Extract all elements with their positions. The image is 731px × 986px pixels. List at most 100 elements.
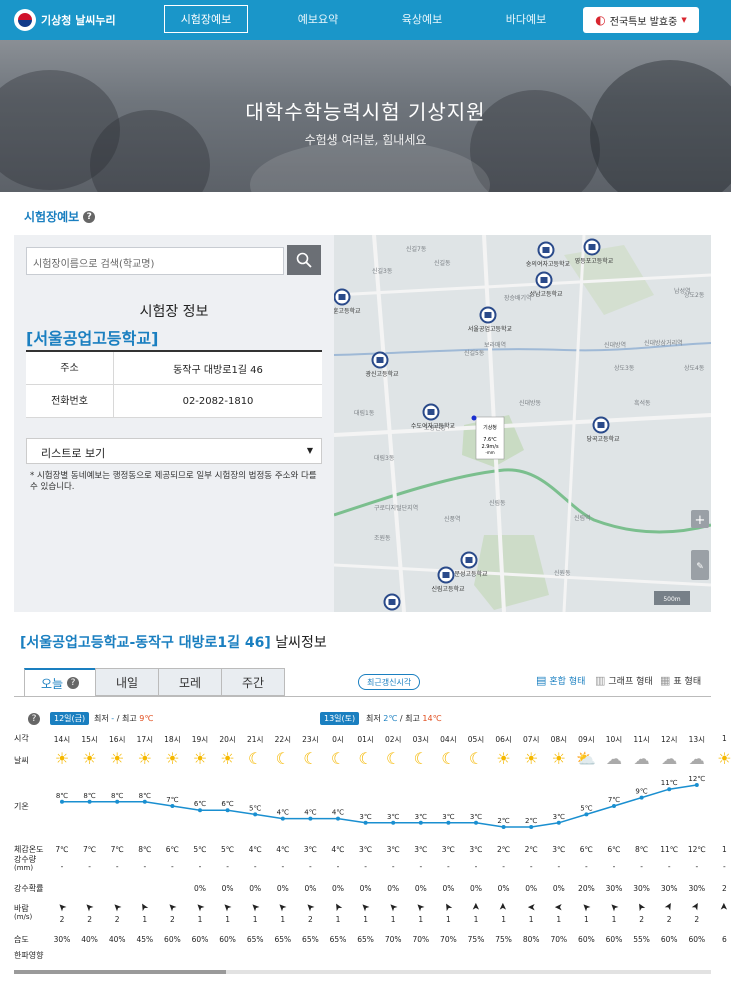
moon-icon: ☾ <box>386 749 401 768</box>
humidity-value: 40% <box>81 935 98 944</box>
rain-prob-value: 0% <box>304 884 317 893</box>
nav-land-forecast[interactable]: 육상예보 <box>380 5 464 33</box>
search-button[interactable] <box>287 245 321 275</box>
map-place-label: 보라매역 <box>484 341 506 349</box>
rain-amount-value: - <box>557 862 561 871</box>
school-pin-label: 수도여자고등학교 <box>411 422 456 430</box>
alert-button[interactable]: ◐ 전국특보 발효중 ▼ <box>583 7 699 33</box>
recent-update-button[interactable]: 최근갱신시각 <box>358 674 421 690</box>
wind-speed-value: 1 <box>446 915 451 924</box>
kma-logo[interactable]: 기상청 날씨누리 <box>14 9 116 31</box>
sun-icon: ☀ <box>220 749 235 768</box>
feel-temp-value: 5℃ <box>220 845 235 854</box>
rain-prob-value: 0% <box>552 884 565 893</box>
help-icon[interactable]: ? <box>28 713 40 725</box>
tab-tomorrow[interactable]: 내일 <box>95 668 159 696</box>
scroll-thumb[interactable] <box>14 970 226 974</box>
rain-amount-value: - <box>502 862 505 871</box>
humidity-value: 70% <box>384 935 402 944</box>
temp-point <box>115 799 120 804</box>
feel-temp-value: 3℃ <box>469 845 483 854</box>
temp-label: 4℃ <box>277 809 289 817</box>
feel-temp-value: 8℃ <box>634 845 649 854</box>
map-place-label: 신길3동 <box>372 267 393 275</box>
day1-minmax: 최저 - / 최고 9℃ <box>94 714 154 723</box>
feel-temp-value: 4℃ <box>276 845 290 854</box>
help-icon[interactable]: ? <box>67 677 80 689</box>
moon-icon: ☾ <box>248 749 263 768</box>
popup-temp: 7.6℃ <box>483 437 497 443</box>
temp-label: 3℃ <box>415 813 427 821</box>
temp-point <box>667 787 672 792</box>
temp-label: 3℃ <box>442 813 454 821</box>
school-pin-label: 성남고등학교 <box>529 290 563 298</box>
table-row: 주소 동작구 대방로1길 46 <box>26 351 322 385</box>
weather-popup[interactable]: 기상청 7.6℃ 2.9m/s -mm <box>471 415 505 460</box>
hour-label: 16시 <box>108 735 126 744</box>
view-graph[interactable]: ▥ 그래프 형태 <box>595 674 653 687</box>
sun-icon: ☀ <box>496 749 511 768</box>
school-search-input[interactable]: 시험장이름으로 검색(학교명) <box>26 247 284 275</box>
horizontal-scrollbar[interactable] <box>14 970 711 974</box>
nav-exam-forecast[interactable]: 시험장예보 <box>164 5 248 33</box>
hour-label: 05시 <box>467 735 485 744</box>
min-label: 최저 <box>366 714 381 723</box>
temp-point <box>501 825 506 829</box>
list-view-select[interactable]: 리스트로 보기 ▼ <box>26 438 322 464</box>
nav-forecast-summary[interactable]: 예보요약 <box>276 5 360 33</box>
hour-label: 19시 <box>191 735 209 744</box>
temp-label: 8℃ <box>111 792 123 800</box>
map-canvas[interactable]: 신길7동신길3동신길동신길5동대림1동대림3동상도3동 상도4동상도2동신대방동 흑… <box>334 235 711 612</box>
feel-temp-value: 6℃ <box>165 845 179 854</box>
school-pin-label: 영등포고등학교 <box>575 257 614 265</box>
temp-point <box>336 816 340 821</box>
section-title: 시험장예보 ? <box>24 208 96 225</box>
tab-weekly[interactable]: 주간 <box>221 668 285 696</box>
map-place-label: 신림역 <box>574 514 591 522</box>
map-place-label: 신길7동 <box>406 245 427 253</box>
hour-label: 09시 <box>578 735 595 744</box>
rain-amount-value: - <box>474 862 478 871</box>
help-icon[interactable]: ? <box>83 210 96 223</box>
rain-prob-value: 0% <box>332 884 344 893</box>
feel-temp-value: 2℃ <box>524 845 538 854</box>
humidity-value: 60% <box>578 935 595 944</box>
rain-amount-value: - <box>640 862 643 871</box>
nav-sea-forecast[interactable]: 바다예보 <box>484 5 568 33</box>
wind-speed-value: 2 <box>114 915 120 924</box>
hero-subtitle: 수험생 여러분, 힘내세요 <box>304 133 427 147</box>
hour-label: 02시 <box>384 735 402 744</box>
school-pin-label: 당곡고등학교 <box>586 435 620 443</box>
rain-amount-value: - <box>336 862 340 871</box>
chevron-down-icon: ▼ <box>306 446 313 455</box>
tab-day-after[interactable]: 모레 <box>158 668 222 696</box>
humidity-value: 40% <box>108 935 126 944</box>
rain-prob-value: 0% <box>497 884 510 893</box>
tab-divider <box>14 696 711 697</box>
rain-prob-value: 0% <box>470 884 482 893</box>
temp-label: 3℃ <box>470 813 482 821</box>
wind-direction-icon: ➤ <box>527 901 536 912</box>
row-label-cold: 한파영향 <box>14 951 44 960</box>
tab-today[interactable]: 오늘 ? <box>24 668 96 696</box>
rain-prob-value: 20% <box>578 884 595 893</box>
temp-point <box>418 820 423 825</box>
exam-site-map[interactable]: 신길7동 신길3동 신길동 신길5동 대림1동 대림3동 상도3동 상도4동 상도2동 신대방동 흑… <box>334 235 711 612</box>
info-value: 02-2082-1810 <box>182 395 254 407</box>
temp-label: 8℃ <box>83 792 95 800</box>
sun-icon: ☀ <box>192 749 208 768</box>
temp-label: 6℃ <box>221 800 233 808</box>
map-place-label: 신길5동 <box>464 349 485 357</box>
view-mixed[interactable]: ▤ 혼합 형태 <box>536 674 585 687</box>
humidity-value: 45% <box>136 935 154 944</box>
max-value: 9℃ <box>139 714 154 723</box>
logo-text: 기상청 날씨누리 <box>41 14 116 27</box>
rain-amount-value: - <box>612 862 616 871</box>
feel-temp-value: 3℃ <box>386 845 400 854</box>
rain-prob-value: 30% <box>660 884 678 893</box>
moon-icon: ☾ <box>468 749 484 768</box>
view-table[interactable]: ▦ 표 형태 <box>660 674 701 687</box>
map-place-label: 신대방역 <box>604 341 626 349</box>
weather-title: [서울공업고등학교-동작구 대방로1길 46] 날씨정보 <box>20 632 327 652</box>
temp-point <box>363 820 368 825</box>
